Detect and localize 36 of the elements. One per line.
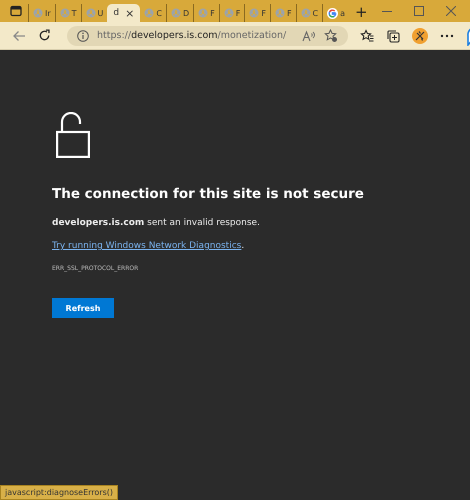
error-title: The connection for this site is not secure	[52, 186, 364, 202]
more-icon[interactable]	[440, 34, 454, 38]
error-message: developers.is.com sent an invalid response.	[52, 218, 260, 228]
site-icon	[33, 8, 43, 18]
info-icon[interactable]	[77, 30, 89, 42]
site-icon	[144, 8, 154, 18]
add-favorite-icon[interactable]	[324, 28, 338, 42]
url-text: https://developers.is.com/monetization/	[97, 30, 286, 41]
site-icon	[170, 8, 181, 18]
maximize-icon[interactable]	[414, 6, 424, 16]
site-icon	[300, 8, 311, 18]
site-icon	[198, 8, 208, 18]
close-tab-button[interactable]: ×	[125, 6, 134, 20]
site-icon	[224, 8, 234, 18]
site-icon	[274, 8, 285, 18]
unlocked-padlock-icon	[56, 112, 90, 158]
read-aloud-icon[interactable]	[302, 30, 316, 42]
site-icon	[249, 8, 260, 18]
browser-tab[interactable]: C	[140, 4, 166, 22]
site-icon	[60, 8, 70, 18]
browser-tab[interactable]: d ×	[107, 4, 140, 22]
refresh-icon[interactable]	[38, 29, 51, 42]
address-bar[interactable]: https://developers.is.com/monetization/	[67, 26, 348, 46]
site-icon	[86, 8, 96, 18]
extension-icon[interactable]	[412, 28, 428, 44]
favorites-icon[interactable]	[360, 28, 374, 42]
status-bar: javascript:diagnoseErrors()	[0, 485, 118, 500]
refresh-button[interactable]: Refresh	[52, 298, 114, 318]
diagnostics-sentence: Try running Windows Network Diagnostics.	[52, 241, 244, 251]
close-icon[interactable]	[446, 6, 456, 16]
workspaces-icon[interactable]	[10, 5, 22, 17]
new-tab-button[interactable]: +	[349, 3, 374, 22]
google-icon	[327, 8, 338, 18]
back-icon[interactable]	[12, 30, 26, 42]
collections-icon[interactable]	[386, 28, 400, 42]
diagnostics-link[interactable]: Try running Windows Network Diagnostics	[52, 241, 242, 251]
